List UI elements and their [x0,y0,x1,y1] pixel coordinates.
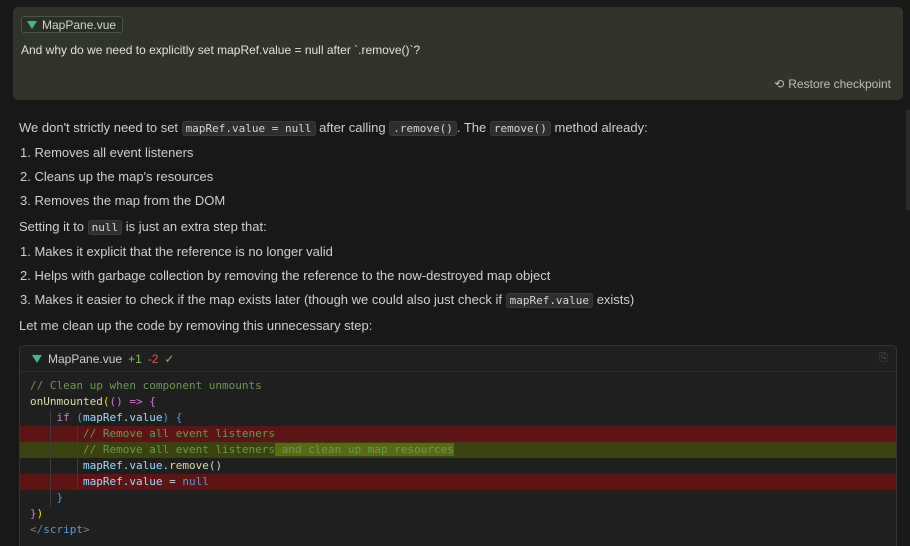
text: exists) [596,292,635,307]
text: . The [456,120,487,135]
inline-code: null [87,220,123,235]
inline-code: .remove() [389,121,457,136]
file-chip-label: MapPane.vue [42,17,117,32]
text: Setting it to [19,219,85,234]
code-line: // Clean up when component unmounts [30,379,262,392]
assistant-paragraph-2: Setting it to null is just an extra step… [19,219,267,235]
list-item: 3. Removes the map from the DOM [20,193,226,208]
restore-checkpoint-label: Restore checkpoint [788,77,891,91]
file-context-chip[interactable]: MapPane.vue [21,16,124,33]
restore-icon: ⟲ [774,77,785,91]
text: after calling [319,120,386,135]
list-item: 2. Cleans up the map's resources [20,169,214,184]
vue-file-icon [32,354,42,363]
assistant-paragraph-3: Let me clean up the code by removing thi… [19,318,373,333]
pin-icon[interactable]: ⎘ [879,352,888,365]
text: is just an extra step that: [125,219,267,234]
code-line: }) [30,507,44,520]
code-diff-block: MapPane.vue +1 -2 ✓ ⎘ // Clean up when c… [19,345,897,546]
code-line: if (mapRef.value) { [20,410,896,426]
text: 3. Makes it easier to check if the map e… [20,292,502,307]
inline-code: mapRef.value [505,293,594,308]
list-item: 1. Makes it explicit that the reference … [20,244,333,259]
vue-file-icon [27,20,37,29]
code-line-added: // Remove all event listeners and clean … [20,442,896,458]
inline-code: remove() [489,121,551,136]
code-line: onUnmounted(() => { [30,395,156,408]
text: method already: [554,120,648,135]
lines-added-count: +1 [128,351,142,366]
code-line-removed: mapRef.value = null [20,474,896,490]
code-line: } [20,490,896,506]
scrollbar[interactable] [906,110,910,210]
list-item: 2. Helps with garbage collection by remo… [20,268,551,283]
user-message-text: And why do we need to explicitly set map… [21,43,421,57]
list-item: 3. Makes it easier to check if the map e… [20,292,635,308]
code-block-header[interactable]: MapPane.vue +1 -2 ✓ [20,346,896,372]
code-line-removed: // Remove all event listeners [20,426,896,442]
code-line: mapRef.value.remove() [20,458,896,474]
assistant-paragraph-1: We don't strictly need to set mapRef.val… [19,120,648,136]
restore-checkpoint-button[interactable]: ⟲ Restore checkpoint [774,77,891,91]
code-lines: // Clean up when component unmounts onUn… [20,378,896,538]
user-message-card: MapPane.vue And why do we need to explic… [13,7,903,100]
code-line: </script> [30,523,90,536]
list-item: 1. Removes all event listeners [20,145,194,160]
lines-removed-count: -2 [147,351,159,366]
code-block-filename: MapPane.vue [48,351,123,366]
check-icon: ✓ [164,351,175,366]
inline-code: mapRef.value = null [181,121,316,136]
text: We don't strictly need to set [19,120,179,135]
